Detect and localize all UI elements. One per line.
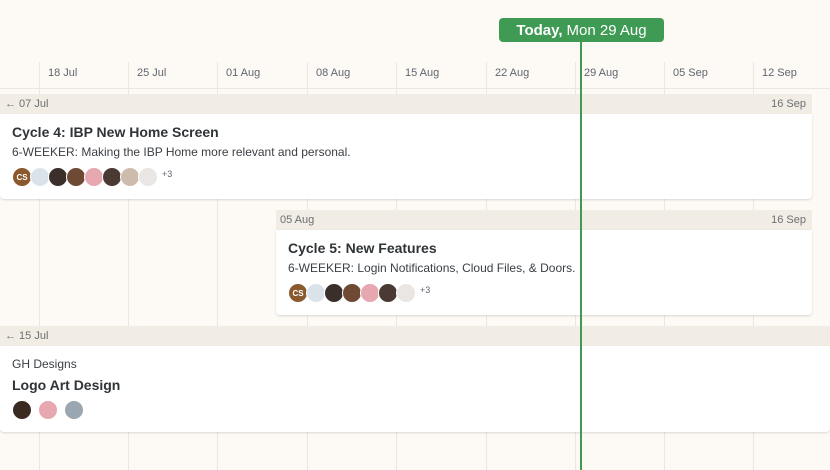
card-subtitle: GH Designs — [12, 357, 77, 371]
axis-date-25-jul: 25 Jul — [137, 67, 167, 79]
avatar[interactable]: CS — [12, 167, 32, 187]
axis-date-15-aug: 15 Aug — [405, 67, 440, 79]
range-start-label: ← 15 Jul — [5, 330, 49, 342]
member-avatars[interactable]: CS +3 — [288, 283, 430, 303]
avatar[interactable] — [84, 167, 104, 187]
card-description: 6-WEEKER: Making the IBP Home more relev… — [12, 145, 351, 159]
avatar[interactable] — [378, 283, 398, 303]
axis-date-01-aug: 01 Aug — [226, 67, 261, 79]
range-start-label: ← 07 Jul — [5, 98, 49, 110]
axis-date-12-sep: 12 Sep — [762, 67, 797, 79]
avatar[interactable] — [360, 283, 380, 303]
today-line — [580, 40, 582, 470]
today-badge[interactable]: Today, Mon 29 Aug — [499, 18, 664, 42]
range-end-label: 16 Sep — [771, 214, 806, 226]
cycle-4-card[interactable]: Cycle 4: IBP New Home Screen 6-WEEKER: M… — [0, 114, 812, 199]
card-title[interactable]: Cycle 5: New Features — [288, 240, 437, 256]
avatar[interactable] — [306, 283, 326, 303]
avatar[interactable] — [48, 167, 68, 187]
avatar[interactable] — [138, 167, 158, 187]
range-start-label: 05 Aug — [280, 214, 315, 226]
logo-art-range-bar[interactable]: ← 15 Jul — [0, 326, 830, 346]
avatar[interactable] — [30, 167, 50, 187]
card-title[interactable]: Logo Art Design — [12, 377, 120, 393]
more-members-count[interactable]: +3 — [420, 285, 430, 295]
member-avatars[interactable]: CS +3 — [12, 167, 172, 187]
avatar[interactable]: CS — [288, 283, 308, 303]
avatar[interactable] — [64, 400, 84, 420]
member-avatars[interactable] — [12, 400, 84, 420]
axis-date-08-aug: 08 Aug — [316, 67, 351, 79]
axis-date-18-jul: 18 Jul — [48, 67, 78, 79]
avatar[interactable] — [66, 167, 86, 187]
axis-date-22-aug: 22 Aug — [495, 67, 530, 79]
range-end-label: 16 Sep — [771, 98, 806, 110]
cycle-5-card[interactable]: Cycle 5: New Features 6-WEEKER: Login No… — [276, 230, 812, 315]
avatar[interactable] — [38, 400, 58, 420]
axis-date-29-aug: 29 Aug — [584, 67, 619, 79]
today-label: Today, — [516, 21, 563, 39]
card-title[interactable]: Cycle 4: IBP New Home Screen — [12, 124, 219, 140]
avatar[interactable] — [324, 283, 344, 303]
avatar[interactable] — [342, 283, 362, 303]
more-members-count[interactable]: +3 — [162, 169, 172, 179]
axis-date-05-sep: 05 Sep — [673, 67, 708, 79]
avatar[interactable] — [12, 400, 32, 420]
avatar[interactable] — [102, 167, 122, 187]
today-date: Mon 29 Aug — [566, 21, 647, 39]
avatar[interactable] — [120, 167, 140, 187]
cycle-4-range-bar[interactable]: ← 07 Jul 16 Sep — [0, 94, 812, 114]
logo-art-card[interactable]: GH Designs Logo Art Design — [0, 346, 830, 432]
card-description: 6-WEEKER: Login Notifications, Cloud Fil… — [288, 261, 576, 275]
avatar[interactable] — [396, 283, 416, 303]
cycle-5-range-bar[interactable]: 05 Aug 16 Sep — [276, 210, 812, 230]
